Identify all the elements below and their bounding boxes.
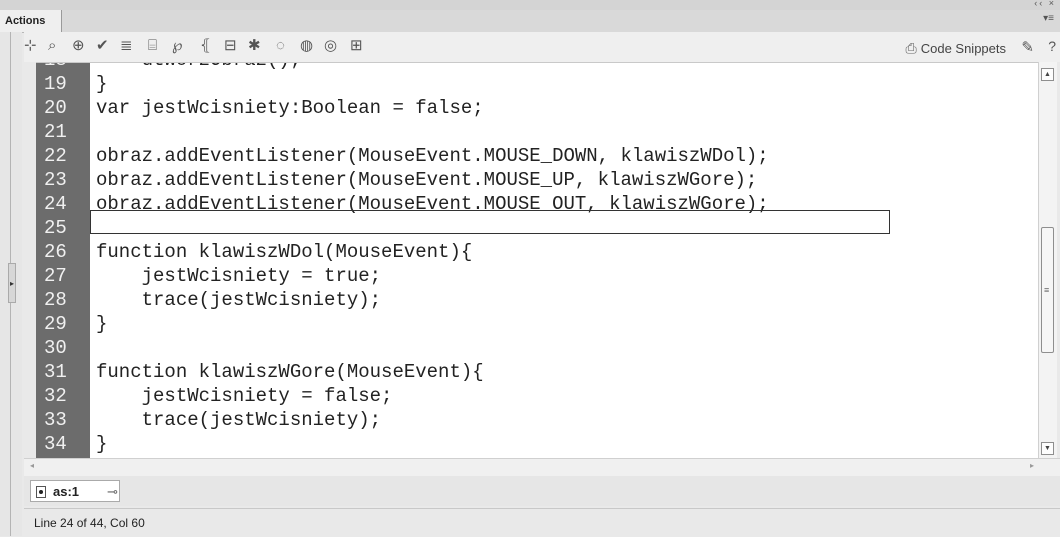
line-number: 32 <box>44 385 67 407</box>
remove-comment-icon[interactable]: ◎ <box>324 38 337 54</box>
line-number: 27 <box>44 265 67 287</box>
code-line[interactable]: 28 trace(jestWcisniety); <box>36 288 1036 312</box>
add-item-icon[interactable]: ⊹ <box>24 38 37 54</box>
code-line[interactable]: 26 function klawiszWDol(MouseEvent){ <box>36 240 1036 264</box>
code-line[interactable]: 27 jestWcisniety = true; <box>36 264 1036 288</box>
show-hide-toolbox-icon[interactable]: ⊞ <box>350 38 363 54</box>
code-text[interactable]: obraz.addEventListener(MouseEvent.MOUSE_… <box>96 192 769 216</box>
scroll-up-button[interactable]: ▲ <box>1041 68 1054 81</box>
vertical-scrollbar[interactable]: ▲ ≡ ▼ <box>1038 62 1057 458</box>
line-number: 29 <box>44 313 67 335</box>
code-text[interactable]: jestWcisniety = true; <box>96 264 381 288</box>
line-number: 19 <box>44 73 67 95</box>
code-snippets-icon: ⎙ <box>905 40 917 56</box>
scroll-grip-icon: ≡ <box>1044 285 1050 295</box>
horizontal-scrollbar[interactable]: ◂ ▸ <box>24 458 1060 477</box>
scroll-right-button[interactable]: ▸ <box>1030 461 1034 470</box>
code-line[interactable]: 32 jestWcisniety = false; <box>36 384 1036 408</box>
apply-block-comment-icon[interactable]: ◌ <box>276 38 285 54</box>
line-number: 26 <box>44 241 67 263</box>
scroll-down-button[interactable]: ▼ <box>1041 442 1054 455</box>
script-tab[interactable]: as:1 ⊸ <box>30 480 120 502</box>
line-number: 30 <box>44 337 67 359</box>
line-number: 21 <box>44 121 67 143</box>
script-tabs-row: as:1 ⊸ <box>24 476 1060 506</box>
code-text[interactable]: utworzObraz(); <box>96 63 302 72</box>
code-text[interactable]: } <box>96 72 107 96</box>
show-code-hint-icon[interactable]: ⌸ <box>148 38 157 54</box>
line-number: 23 <box>44 169 67 191</box>
toggle-script-navigator-button[interactable]: ▸ <box>8 263 16 303</box>
code-snippets-button[interactable]: ⎙ Code Snippets <box>906 40 1006 57</box>
expand-all-icon[interactable]: ✱ <box>248 38 261 54</box>
status-bar: Line 24 of 44, Col 60 <box>24 508 1060 537</box>
script-file-icon <box>36 486 46 498</box>
code-line[interactable]: 20 var jestWcisniety:Boolean = false; <box>36 96 1036 120</box>
panel-tab-bar: Actions ▾≡ <box>0 10 1060 33</box>
check-syntax-icon[interactable]: ✔ <box>96 38 109 54</box>
panel-top-strip: ‹‹ × <box>0 0 1060 10</box>
code-text[interactable]: obraz.addEventListener(MouseEvent.MOUSE_… <box>96 168 757 192</box>
find-icon[interactable]: ⌕ <box>48 38 56 54</box>
line-number: 31 <box>44 361 67 383</box>
line-number: 22 <box>44 145 67 167</box>
line-number: 24 <box>44 193 67 215</box>
line-number: 33 <box>44 409 67 431</box>
line-number: 20 <box>44 97 67 119</box>
code-text[interactable]: } <box>96 312 107 336</box>
code-text[interactable]: trace(jestWcisniety); <box>96 288 381 312</box>
collapse-selection-icon[interactable]: ⊟ <box>224 38 237 54</box>
wizard-wand-icon[interactable]: ✎ <box>1021 38 1034 56</box>
code-line[interactable]: 18 utworzObraz(); <box>36 63 1036 72</box>
code-text[interactable]: var jestWcisniety:Boolean = false; <box>96 96 484 120</box>
code-text[interactable]: jestWcisniety = false; <box>96 384 393 408</box>
scroll-left-button[interactable]: ◂ <box>30 461 34 470</box>
line-number: 25 <box>44 217 67 239</box>
auto-format-icon[interactable]: ≣ <box>120 38 133 54</box>
collapse-between-braces-icon[interactable]: ⦃ <box>200 38 211 54</box>
code-line[interactable]: 33 trace(jestWcisniety); <box>36 408 1036 432</box>
help-icon[interactable]: ? <box>1048 38 1056 54</box>
code-line[interactable]: 22 obraz.addEventListener(MouseEvent.MOUS… <box>36 144 1036 168</box>
line-number: 18 <box>44 63 67 72</box>
insert-target-path-icon[interactable]: ⊕ <box>72 38 85 54</box>
collapse-panel-button[interactable]: ‹‹ × <box>1034 0 1056 8</box>
code-line[interactable]: 25 <box>36 216 1036 240</box>
tab-actions[interactable]: Actions <box>0 10 62 32</box>
code-text[interactable]: function klawiszWGore(MouseEvent){ <box>96 360 484 384</box>
apply-line-comment-icon[interactable]: ◍ <box>300 38 313 54</box>
code-line[interactable]: 30 <box>36 336 1036 360</box>
pin-script-icon[interactable]: ⊸ <box>107 484 118 500</box>
code-line[interactable]: 19} <box>36 72 1036 96</box>
code-line[interactable]: 34} <box>36 432 1036 456</box>
scroll-thumb[interactable]: ≡ <box>1041 227 1054 353</box>
line-number: 34 <box>44 433 67 455</box>
code-line[interactable]: 21 <box>36 120 1036 144</box>
panel-menu-icon[interactable]: ▾≡ <box>1043 13 1054 24</box>
code-editor[interactable]: 18 utworzObraz();19}20var jestWcisniety:… <box>36 62 1038 459</box>
script-tab-label: as:1 <box>53 484 80 499</box>
code-text[interactable]: obraz.addEventListener(MouseEvent.MOUSE_… <box>96 144 769 168</box>
code-snippets-label: Code Snippets <box>920 41 1006 56</box>
cursor-position-status: Line 24 of 44, Col 60 <box>34 516 145 530</box>
code-text[interactable]: } <box>96 432 107 456</box>
code-text[interactable]: trace(jestWcisniety); <box>96 408 381 432</box>
code-line[interactable]: 29} <box>36 312 1036 336</box>
code-text[interactable]: function klawiszWDol(MouseEvent){ <box>96 240 472 264</box>
code-line[interactable]: 23 obraz.addEventListener(MouseEvent.MOUS… <box>36 168 1036 192</box>
line-number: 28 <box>44 289 67 311</box>
code-line[interactable]: 24 obraz.addEventListener(MouseEvent.MOUS… <box>36 192 1036 216</box>
code-line[interactable]: 31 function klawiszWGore(MouseEvent){ <box>36 360 1036 384</box>
actions-toolbar: ⊹ ⌕ ⊕ ✔ ≣ ⌸ ℘ ⦃ ⊟ ✱ ◌ ◍ ◎ ⊞ ⎙ Code Snippets ✎ ? <box>24 32 1060 62</box>
debug-options-icon[interactable]: ℘ <box>172 38 182 54</box>
